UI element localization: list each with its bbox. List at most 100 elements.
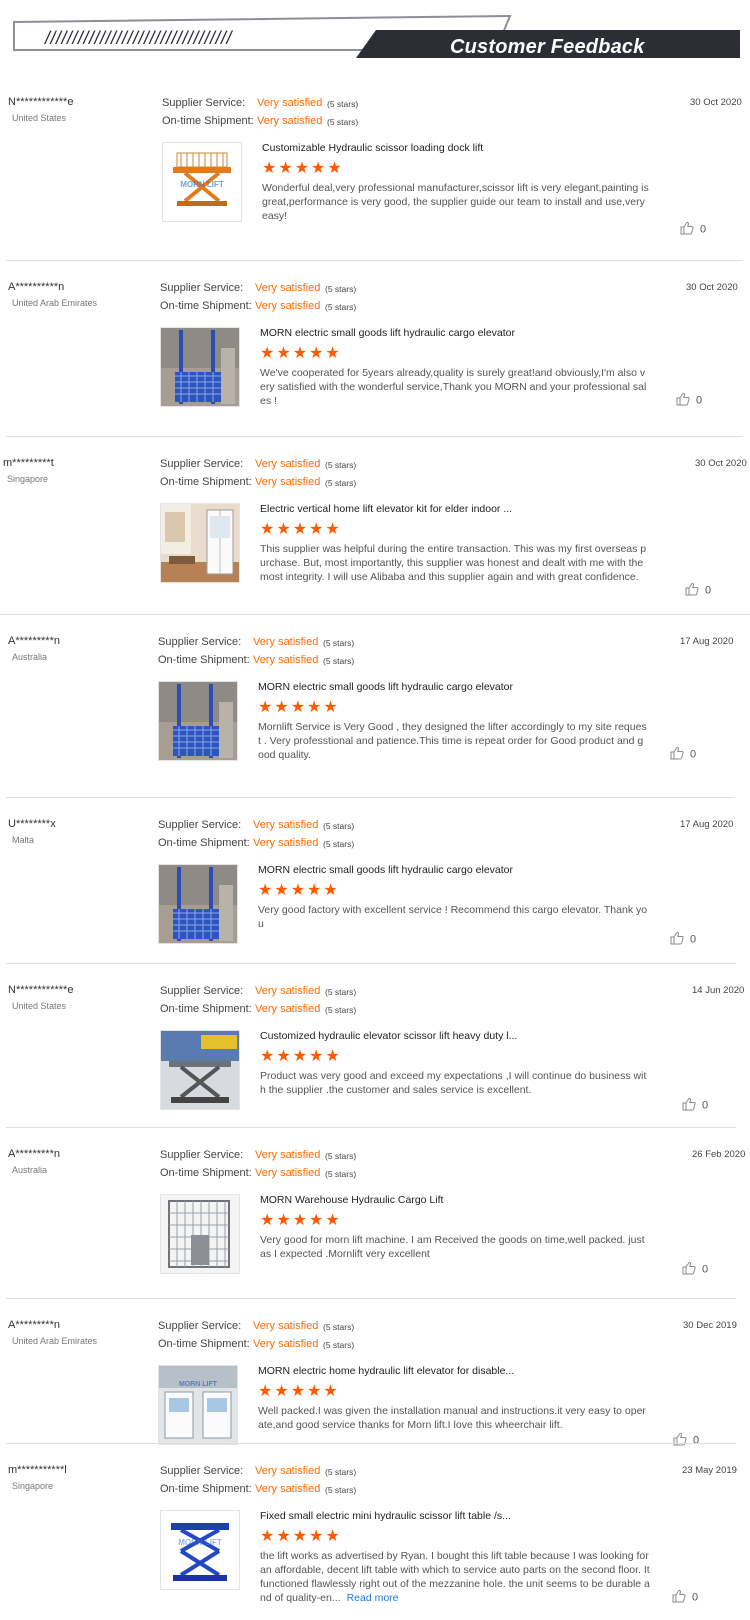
reviewer-country: Singapore xyxy=(7,474,49,484)
review-divider xyxy=(0,614,750,615)
product-title-link[interactable]: Electric vertical home lift elevator kit… xyxy=(260,503,512,515)
svg-text:MORN LIFT: MORN LIFT xyxy=(180,180,224,189)
like-button[interactable]: 0 xyxy=(682,1097,708,1114)
thumbs-up-icon[interactable] xyxy=(676,392,690,409)
supplier-service-stars: (5 stars) xyxy=(325,284,357,294)
supplier-service-label: Supplier Service: xyxy=(160,458,244,470)
ontime-shipment-label: On-time Shipment: xyxy=(162,115,254,127)
supplier-service-rating: Very satisfied xyxy=(253,819,319,831)
thumbs-up-icon[interactable] xyxy=(680,221,694,238)
reviewer-name: U********x xyxy=(8,818,56,830)
reviewer-name: N************e xyxy=(8,984,74,996)
thumbs-up-icon[interactable] xyxy=(670,931,684,948)
thumbs-up-icon[interactable] xyxy=(682,1097,696,1114)
thumbs-up-icon[interactable] xyxy=(685,582,699,599)
ontime-shipment-label: On-time Shipment: xyxy=(158,1338,250,1350)
ontime-shipment-stars: (5 stars) xyxy=(325,478,357,488)
like-button[interactable]: 0 xyxy=(676,392,702,409)
product-title-link[interactable]: MORN Warehouse Hydraulic Cargo Lift xyxy=(260,1194,443,1206)
like-button[interactable]: 0 xyxy=(673,1432,699,1449)
product-title-link[interactable]: MORN electric small goods lift hydraulic… xyxy=(258,681,513,693)
review-comment-text: We've cooperated for 5years already,qual… xyxy=(260,367,647,407)
ontime-shipment-label: On-time Shipment: xyxy=(160,476,252,488)
like-button[interactable]: 0 xyxy=(672,1589,698,1606)
ontime-shipment-stars: (5 stars) xyxy=(323,839,355,849)
review-comment: Well packed.I was given the installation… xyxy=(258,1404,648,1432)
supplier-service-stars: (5 stars) xyxy=(327,99,359,109)
product-title-link[interactable]: Customizable Hydraulic scissor loading d… xyxy=(262,142,483,154)
review-date: 26 Feb 2020 xyxy=(692,1149,746,1160)
page-title: Customer Feedback xyxy=(450,36,645,58)
like-count: 0 xyxy=(692,1591,699,1604)
reviewer-country: Malta xyxy=(12,835,35,845)
supplier-service-rating: Very satisfied xyxy=(253,636,319,648)
product-title-link[interactable]: MORN electric small goods lift hydraulic… xyxy=(258,864,513,876)
reviewer-country: Australia xyxy=(12,652,48,662)
product-thumbnail[interactable]: MORN LIFT xyxy=(160,1510,240,1590)
reviewer-country: United States xyxy=(12,113,67,123)
read-more-link[interactable]: Read more xyxy=(347,1592,399,1604)
like-button[interactable]: 0 xyxy=(670,931,696,948)
product-title-link[interactable]: MORN electric home hydraulic lift elevat… xyxy=(258,1365,514,1377)
review-date: 17 Aug 2020 xyxy=(680,819,734,830)
review-divider xyxy=(6,1443,736,1444)
product-thumbnail[interactable] xyxy=(160,1194,240,1274)
product-thumbnail[interactable] xyxy=(158,681,238,761)
product-thumbnail[interactable]: MORN LIFT xyxy=(162,142,242,222)
review-comment: Wonderful deal,very professional manufac… xyxy=(262,181,652,237)
ontime-shipment-rating: Very satisfied xyxy=(255,300,321,312)
product-thumbnail[interactable]: MORN LIFT xyxy=(158,1365,238,1445)
like-button[interactable]: 0 xyxy=(670,746,696,763)
orange-scissor-lift-image: MORN LIFT xyxy=(163,143,241,221)
review-comment-text: This supplier was helpful during the ent… xyxy=(260,543,647,583)
customer-feedback-banner: ////////////////////////////////// Custo… xyxy=(0,0,750,70)
review-comment: This supplier was helpful during the ent… xyxy=(260,542,650,598)
ontime-shipment-label: On-time Shipment: xyxy=(160,1003,252,1015)
like-button[interactable]: 0 xyxy=(685,582,711,599)
product-thumbnail[interactable] xyxy=(160,503,240,583)
supplier-service-rating: Very satisfied xyxy=(255,282,321,294)
thumbs-up-icon[interactable] xyxy=(670,746,684,763)
ontime-shipment-rating: Very satisfied xyxy=(255,1003,321,1015)
product-title-link[interactable]: Fixed small electric mini hydraulic scis… xyxy=(260,1510,511,1522)
product-thumbnail[interactable] xyxy=(158,864,238,944)
supplier-service-stars: (5 stars) xyxy=(323,1322,355,1332)
supplier-service-label: Supplier Service: xyxy=(160,1149,244,1161)
reviewer-country: Singapore xyxy=(12,1481,54,1491)
star-rating: ★★★★★ xyxy=(260,1048,342,1065)
like-button[interactable]: 0 xyxy=(682,1261,708,1278)
ontime-shipment-rating: Very satisfied xyxy=(253,1338,319,1350)
product-title-link[interactable]: MORN electric small goods lift hydraulic… xyxy=(260,327,515,339)
reviewer-name: N************e xyxy=(8,96,74,108)
ontime-shipment-rating: Very satisfied xyxy=(253,654,319,666)
review-comment-text: Mornlift Service is Very Good , they des… xyxy=(258,721,647,761)
thumbs-up-icon[interactable] xyxy=(673,1432,687,1449)
ontime-shipment-rating: Very satisfied xyxy=(255,1167,321,1179)
blue-scissor-table-image: MORN LIFT xyxy=(161,1511,239,1589)
reviewer-country: Australia xyxy=(12,1165,48,1175)
supplier-service-rating: Very satisfied xyxy=(255,458,321,470)
review-comment-text: the lift works as advertised by Ryan. I … xyxy=(260,1550,650,1604)
disabled-lift-image: MORN LIFT xyxy=(159,1366,237,1444)
review-divider xyxy=(6,1127,736,1128)
reviewer-name: A*********n xyxy=(8,1319,60,1331)
like-count: 0 xyxy=(700,223,707,236)
product-title-link[interactable]: Customized hydraulic elevator scissor li… xyxy=(260,1030,517,1042)
thumbs-up-icon[interactable] xyxy=(682,1261,696,1278)
like-button[interactable]: 0 xyxy=(680,221,706,238)
supplier-service-stars: (5 stars) xyxy=(325,987,357,997)
like-count: 0 xyxy=(690,748,697,761)
ontime-shipment-stars: (5 stars) xyxy=(325,302,357,312)
review-divider xyxy=(6,797,734,798)
banner-slashes: ////////////////////////////////// xyxy=(45,28,233,48)
reviewer-name: m*********t xyxy=(3,457,54,469)
blue-cargo-lift-image xyxy=(159,865,237,943)
thumbs-up-icon[interactable] xyxy=(672,1589,686,1606)
review-date: 14 Jun 2020 xyxy=(692,985,745,996)
ontime-shipment-label: On-time Shipment: xyxy=(160,1167,252,1179)
product-thumbnail[interactable] xyxy=(160,1030,240,1110)
blue-cargo-lift-image xyxy=(159,682,237,760)
home-elevator-image xyxy=(161,504,239,582)
product-thumbnail[interactable] xyxy=(160,327,240,407)
review-comment-text: Well packed.I was given the installation… xyxy=(258,1405,646,1431)
